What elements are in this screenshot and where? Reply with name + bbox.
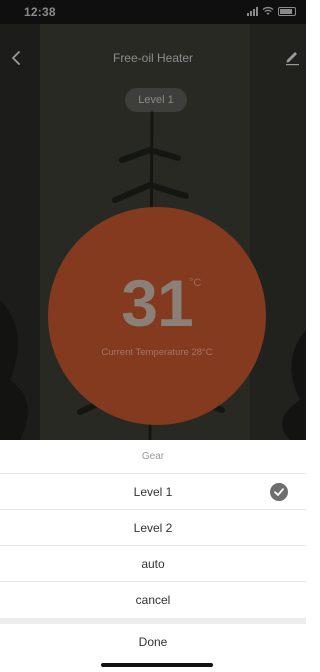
option-label: Level 2	[133, 521, 173, 535]
page-title: Free-oil Heater	[112, 51, 194, 65]
sheet-title: Gear	[0, 440, 306, 474]
option-level-2[interactable]: Level 2	[0, 510, 306, 546]
option-cancel[interactable]: cancel	[0, 582, 306, 618]
heater-screen: 12:38 Free-oil Heater Level 1 31 °C Curr…	[0, 0, 306, 440]
nav-bar: Free-oil Heater	[0, 42, 306, 74]
wifi-icon	[262, 7, 274, 15]
checkmark-circle-icon	[270, 483, 288, 501]
option-label: auto	[141, 557, 165, 571]
gear-action-sheet: Gear Level 1 Level 2 auto cancel Done	[0, 440, 306, 672]
battery-icon	[278, 6, 296, 16]
option-label: cancel	[135, 593, 171, 607]
signal-icon	[247, 6, 258, 16]
status-bar: 12:38	[0, 0, 306, 24]
home-indicator[interactable]	[101, 663, 213, 667]
option-label: Level 1	[133, 485, 173, 499]
current-gear-pill[interactable]: Level 1	[125, 88, 187, 112]
temperature-dial[interactable]: 31 °C Current Temperature 28°C	[48, 207, 266, 425]
option-auto[interactable]: auto	[0, 546, 306, 582]
current-temperature: Current Temperature 28°C	[101, 347, 213, 358]
done-button[interactable]: Done	[0, 624, 306, 660]
status-icons	[247, 6, 296, 16]
status-time: 12:38	[24, 5, 56, 19]
temperature-unit: °C	[189, 277, 202, 289]
pencil-icon[interactable]	[284, 48, 300, 66]
option-level-1[interactable]: Level 1	[0, 474, 306, 510]
set-temperature: 31	[121, 266, 193, 340]
